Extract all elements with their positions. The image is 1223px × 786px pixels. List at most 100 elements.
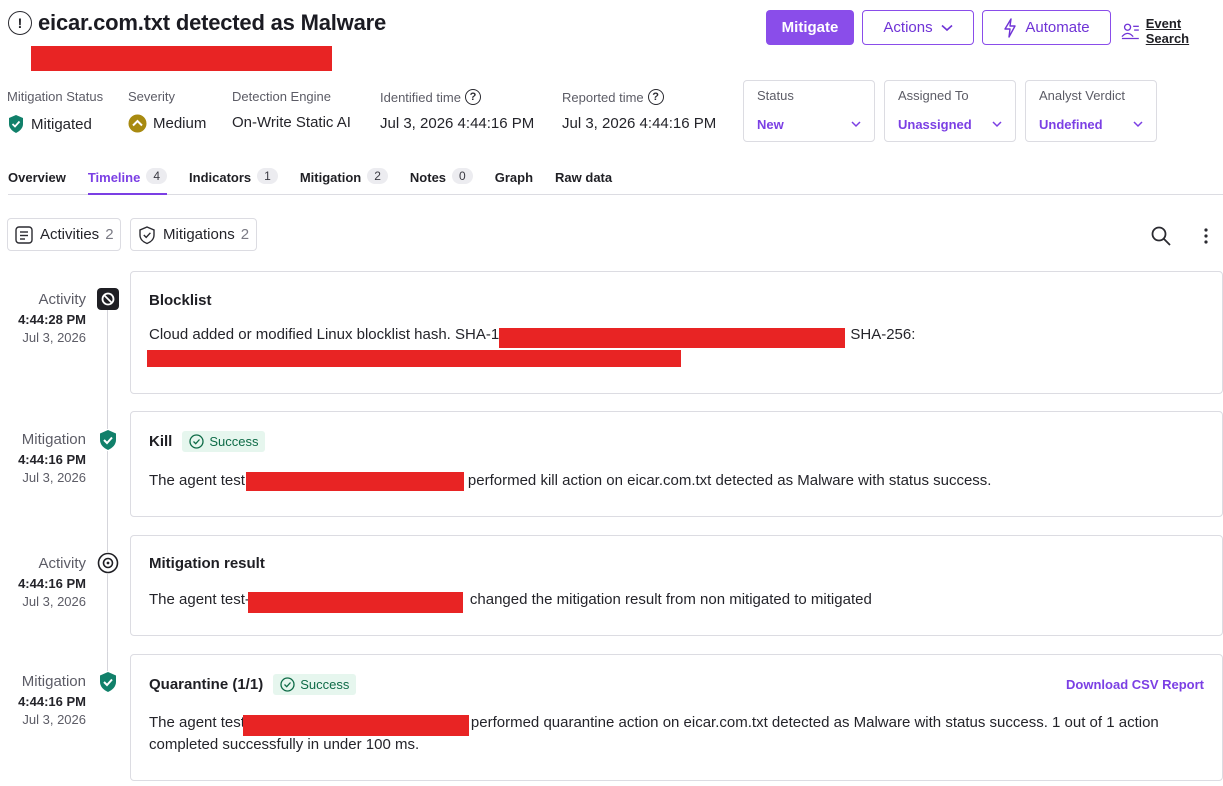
redacted-block — [243, 715, 469, 736]
chevron-down-icon — [1133, 121, 1143, 128]
body-text: The agent test — [149, 472, 245, 489]
timeline-time: 4:44:16 PM — [18, 694, 86, 709]
tab-timeline[interactable]: Timeline 4 — [87, 166, 168, 195]
actions-button[interactable]: Actions — [862, 10, 974, 45]
event-search-icon — [1121, 23, 1139, 40]
analyst-verdict-label: Analyst Verdict — [1039, 88, 1125, 103]
body-text: changed the mitigation result from non m… — [469, 591, 872, 608]
detection-engine-label: Detection Engine — [232, 89, 332, 104]
body-text: performed quarantine action on eicar.com… — [470, 714, 1159, 731]
success-badge: Success — [273, 674, 357, 695]
timeline-type: Activity — [38, 291, 86, 308]
page-title: eicar.com.txt detected as Malware — [38, 10, 387, 35]
severity-field: Severity Medium — [128, 89, 206, 133]
event-search-label: Event Search — [1145, 16, 1190, 46]
tab-label: Graph — [494, 170, 534, 185]
automate-button[interactable]: Automate — [982, 10, 1111, 45]
tab-mitigation[interactable]: Mitigation 2 — [300, 166, 388, 195]
assigned-to-dropdown[interactable]: Assigned To Unassigned — [884, 80, 1016, 142]
status-label: Status — [757, 88, 794, 103]
help-icon[interactable]: ? — [464, 89, 481, 105]
tab-count-badge: 2 — [367, 168, 388, 184]
body-text: The agent test — [149, 714, 245, 731]
event-search-link[interactable]: Event Search — [1121, 16, 1223, 46]
timeline-type: Activity — [38, 555, 86, 572]
blocklist-icon — [97, 288, 119, 310]
timeline-date: Jul 3, 2026 — [22, 712, 86, 727]
tab-label: Notes — [409, 170, 447, 185]
body-text: Cloud added or modified Linux blocklist … — [149, 326, 504, 343]
analyst-verdict-dropdown[interactable]: Analyst Verdict Undefined — [1025, 80, 1157, 142]
detection-engine-value: On-Write Static AI — [232, 114, 351, 131]
mitigations-filter-count: 2 — [240, 226, 250, 243]
mitigations-filter-button[interactable]: Mitigations 2 — [130, 218, 257, 251]
tab-notes[interactable]: Notes 0 — [410, 166, 473, 195]
activities-filter-count: 2 — [105, 226, 114, 243]
chevron-down-icon — [851, 121, 861, 128]
redacted-block — [246, 472, 464, 491]
tab-overview[interactable]: Overview — [8, 166, 66, 195]
lightning-icon — [1004, 17, 1017, 38]
identified-time-field: Identified time ? Jul 3, 2026 4:44:16 PM — [380, 89, 534, 132]
shield-check-icon — [9, 115, 23, 133]
timeline-card-title: Kill — [149, 433, 173, 450]
timeline-time: 4:44:28 PM — [18, 312, 86, 327]
help-icon[interactable]: ? — [647, 89, 664, 105]
shield-check-outline-icon — [139, 225, 155, 244]
shield-check-icon — [97, 429, 119, 451]
identified-time-value: Jul 3, 2026 4:44:16 PM — [380, 115, 535, 132]
chevron-down-icon — [992, 121, 1002, 128]
mitigation-status-label: Mitigation Status — [7, 89, 104, 104]
timeline-card-title: Quarantine (1/1) — [149, 676, 264, 693]
severity-label: Severity — [128, 89, 175, 104]
timeline-date: Jul 3, 2026 — [22, 594, 86, 609]
search-icon[interactable] — [1150, 225, 1172, 247]
detection-engine-field: Detection Engine On-Write Static AI — [232, 89, 351, 131]
mitigations-filter-label: Mitigations — [163, 226, 235, 243]
more-vertical-icon[interactable] — [1199, 226, 1213, 246]
tab-label: Overview — [8, 170, 66, 185]
severity-value: Medium — [153, 115, 207, 132]
reported-time-label: Reported time — [562, 89, 644, 105]
automate-button-label: Automate — [1025, 19, 1090, 36]
alert-icon: ! — [8, 11, 32, 35]
status-dropdown[interactable]: Status New — [743, 80, 875, 142]
target-icon — [97, 552, 119, 574]
chevron-down-icon — [941, 24, 953, 31]
body-text: performed kill action on eicar.com.txt d… — [467, 472, 992, 489]
mitigation-status-value: Mitigated — [31, 115, 92, 133]
mitigation-status-field: Mitigation Status Mitigated — [7, 89, 103, 134]
mitigate-button-label: Mitigate — [781, 19, 839, 36]
severity-medium-icon — [128, 114, 147, 133]
tab-raw-data[interactable]: Raw data — [555, 166, 612, 195]
timeline-connector — [107, 305, 108, 685]
body-text: The agent test- — [149, 591, 250, 608]
identified-time-label: Identified time — [380, 89, 461, 105]
tab-label: Mitigation — [299, 170, 362, 185]
redacted-block — [31, 46, 332, 71]
tab-graph[interactable]: Graph — [495, 166, 533, 195]
activities-filter-label: Activities — [40, 226, 100, 243]
timeline-card-title: Mitigation result — [149, 555, 265, 572]
timeline-card: Mitigation result The agent test-changed… — [130, 535, 1223, 636]
timeline-time: 4:44:16 PM — [18, 452, 86, 467]
timeline-card: Kill Success The agent test performed kil… — [130, 411, 1223, 517]
success-badge-label: Success — [300, 677, 350, 692]
reported-time-value: Jul 3, 2026 4:44:16 PM — [562, 115, 717, 132]
timeline-type: Mitigation — [21, 431, 86, 448]
mitigate-button[interactable]: Mitigate — [766, 10, 854, 45]
activities-filter-button[interactable]: Activities 2 — [7, 218, 121, 251]
assigned-to-value: Unassigned — [898, 117, 972, 132]
tab-count-badge: 4 — [146, 168, 168, 184]
check-circle-icon — [189, 434, 204, 449]
tab-label: Timeline — [87, 170, 141, 185]
tab-bar: Overview Timeline 4 Indicators 1 Mitigat… — [8, 166, 1223, 195]
timeline-meta: Mitigation 4:44:16 PM Jul 3, 2026 — [0, 673, 86, 729]
timeline-meta: Activity 4:44:28 PM Jul 3, 2026 — [0, 291, 86, 347]
body-text: completed successfully in under 100 ms. — [149, 736, 420, 753]
timeline-card-title: Blocklist — [149, 292, 212, 309]
analyst-verdict-value: Undefined — [1039, 117, 1103, 132]
download-csv-report-link[interactable]: Download CSV Report — [1066, 677, 1204, 692]
tab-indicators[interactable]: Indicators 1 — [189, 166, 278, 195]
timeline-meta: Activity 4:44:16 PM Jul 3, 2026 — [0, 555, 86, 611]
